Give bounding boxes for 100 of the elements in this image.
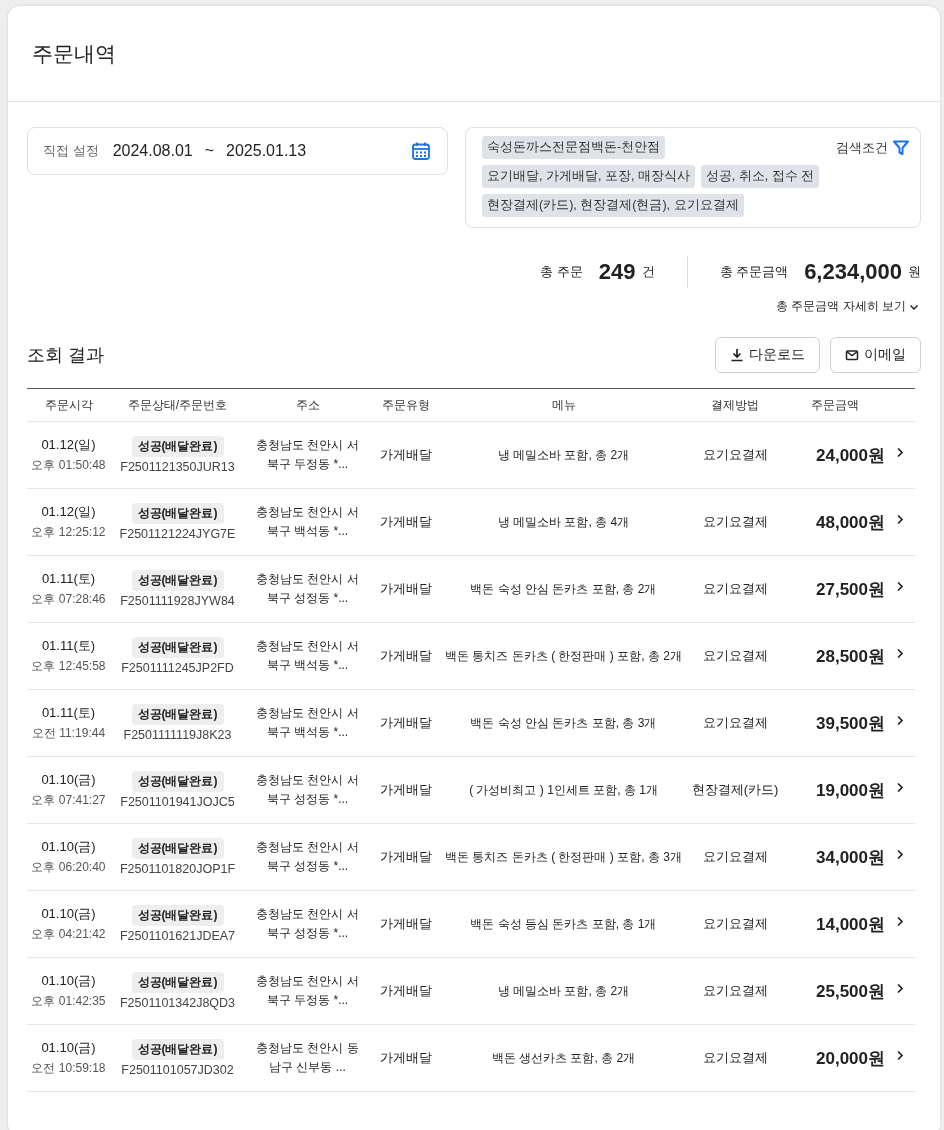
menu-text: 백돈 생선카츠 포함, 총 2개 bbox=[491, 1049, 636, 1067]
order-number: F2501121350JUR13 bbox=[120, 460, 235, 474]
status-badge: 성공(배달완료) bbox=[131, 436, 224, 457]
download-button[interactable]: 다운로드 bbox=[715, 337, 820, 373]
order-time: 오후 12:45:58 bbox=[31, 658, 106, 675]
order-row[interactable]: 01.10(금) 오후 06:20:40 성공(배달완료) F2501101820JOP1F 충청남도 천안시 서 북구 성정동 *... 가게배달 백돈 통치즈 돈카츠 ( 한정판매 ) 포함, 총 3개 요기요결제 34,000원 bbox=[27, 824, 915, 891]
menu-text: 냉 메밀소바 포함, 총 2개 bbox=[497, 982, 630, 1000]
menu-text: 백돈 통치즈 돈카츠 ( 한정판매 ) 포함, 총 3개 bbox=[445, 848, 682, 866]
payment-method: 요기요결제 bbox=[702, 915, 768, 933]
status-badge: 성공(배달완료) bbox=[131, 570, 224, 591]
payment-method: 요기요결제 bbox=[702, 848, 768, 866]
order-date: 01.11(토) bbox=[41, 637, 96, 655]
column-header: 주문상태/주문번호 bbox=[126, 396, 229, 414]
status-badge: 성공(배달완료) bbox=[131, 704, 224, 725]
chevron-right-icon bbox=[896, 915, 904, 927]
order-type: 가게배달 bbox=[380, 848, 432, 866]
order-amount: 48,000원 bbox=[816, 511, 885, 534]
details-link[interactable]: 총 주문금액 자세히 보기 bbox=[776, 298, 919, 315]
menu-text: 백돈 통치즈 돈카츠 ( 한정판매 ) 포함, 총 2개 bbox=[445, 647, 682, 665]
order-row[interactable]: 01.10(금) 오후 01:42:35 성공(배달완료) F2501101342J8QD3 충청남도 천안시 서 북구 두정동 *... 가게배달 냉 메밀소바 포함, 총 2개 요기요결제 25,500원 bbox=[27, 958, 915, 1025]
status-badge: 성공(배달완료) bbox=[131, 838, 224, 859]
order-type: 가게배달 bbox=[380, 915, 432, 933]
order-time: 오후 07:41:27 bbox=[31, 792, 106, 809]
payment-method: 요기요결제 bbox=[702, 647, 768, 665]
summary-label: 총 주문 bbox=[540, 263, 583, 281]
chevron-right-icon bbox=[896, 580, 904, 592]
payment-method: 요기요결제 bbox=[702, 580, 768, 598]
order-number: F2501101057JD302 bbox=[121, 1063, 234, 1077]
menu-text: 백돈 숙성 안심 돈카츠 포함, 총 2개 bbox=[470, 580, 657, 598]
status-badge: 성공(배달완료) bbox=[131, 1039, 224, 1060]
status-badge: 성공(배달완료) bbox=[131, 972, 224, 993]
order-amount: 24,000원 bbox=[816, 444, 885, 467]
order-date: 01.12(일) bbox=[41, 436, 96, 454]
order-type: 가게배달 bbox=[380, 446, 432, 464]
download-icon bbox=[730, 348, 744, 362]
order-type: 가게배달 bbox=[380, 714, 432, 732]
order-row[interactable]: 01.11(토) 오후 12:45:58 성공(배달완료) F2501111245JP2FD 충청남도 천안시 서 북구 백석동 *... 가게배달 백돈 통치즈 돈카츠 ( 한정판매 ) 포함, 총 2개 요기요결제 28,500원 bbox=[27, 623, 915, 690]
payment-method: 요기요결제 bbox=[702, 1049, 768, 1067]
order-date: 01.10(금) bbox=[41, 771, 96, 789]
order-type: 가게배달 bbox=[380, 513, 432, 531]
order-time: 오후 06:20:40 bbox=[31, 859, 106, 876]
order-row[interactable]: 01.11(토) 오전 11:19:44 성공(배달완료) F2501111119J8K23 충청남도 천안시 서 북구 백석동 *... 가게배달 백돈 숙성 안심 돈카츠 포함, 총 3개 요기요결제 39,500원 bbox=[27, 690, 915, 757]
order-row[interactable]: 01.11(토) 오후 07:28:46 성공(배달완료) F2501111928JYW84 충청남도 천안시 서 북구 성정동 *... 가게배달 백돈 숙성 안심 돈카츠 포함, 총 2개 요기요결제 27,500원 bbox=[27, 556, 915, 623]
summary-value: 249 bbox=[598, 259, 636, 285]
payment-method: 현장결제(카드) bbox=[691, 781, 779, 799]
start-date: 2024.08.01 bbox=[112, 142, 193, 160]
column-header: 메뉴 bbox=[550, 396, 577, 414]
column-header: 결제방법 bbox=[710, 396, 760, 414]
filter-tag: 성공, 취소, 접수 전 bbox=[700, 165, 820, 188]
menu-text: 백돈 숙성 안심 돈카츠 포함, 총 3개 bbox=[470, 714, 657, 732]
column-header: 주문유형 bbox=[381, 396, 431, 414]
order-row[interactable]: 01.12(일) 오후 12:25:12 성공(배달완료) F2501121224JYG7E 충청남도 천안시 서 북구 백석동 *... 가게배달 냉 메밀소바 포함, 총 4개 요기요결제 48,000원 bbox=[27, 489, 915, 556]
status-badge: 성공(배달완료) bbox=[131, 905, 224, 926]
order-row[interactable]: 01.10(금) 오후 04:21:42 성공(배달완료) F2501101621JDEA7 충청남도 천안시 서 북구 성정동 *... 가게배달 백돈 숙성 등심 돈카츠 포함, 총 1개 요기요결제 14,000원 bbox=[27, 891, 915, 958]
filter-tag: 숙성돈까스전문점백돈-천안점 bbox=[482, 136, 666, 159]
order-amount: 39,500원 bbox=[816, 712, 885, 735]
order-amount: 27,500원 bbox=[816, 578, 885, 601]
order-date: 01.10(금) bbox=[41, 905, 96, 923]
payment-method: 요기요결제 bbox=[702, 446, 768, 464]
chevron-right-icon bbox=[896, 714, 904, 726]
menu-text: 냉 메밀소바 포함, 총 2개 bbox=[497, 446, 630, 464]
order-time: 오후 04:21:42 bbox=[31, 926, 106, 943]
status-badge: 성공(배달완료) bbox=[131, 637, 224, 658]
order-row[interactable]: 01.12(일) 오후 01:50:48 성공(배달완료) F2501121350JUR13 충청남도 천안시 서 북구 두정동 *... 가게배달 냉 메밀소바 포함, 총 2개 요기요결제 24,000원 bbox=[27, 422, 915, 489]
address-text: 충청남도 천안시 서 북구 성정동 *... bbox=[256, 838, 359, 875]
address-text: 충청남도 천안시 서 북구 성정동 *... bbox=[256, 905, 359, 942]
payment-method: 요기요결제 bbox=[702, 982, 768, 1000]
order-row[interactable]: 01.10(금) 오후 07:41:27 성공(배달완료) F2501101941JOJC5 충청남도 천안시 서 북구 성정동 *... 가게배달 ( 가성비최고 ) 1인세트 포함, 총 1개 현장결제(카드) 19,000원 bbox=[27, 757, 915, 824]
order-time: 오후 01:50:48 bbox=[31, 457, 106, 474]
address-text: 충청남도 천안시 서 북구 백석동 *... bbox=[256, 704, 359, 741]
filter-tag: 현장결제(카드), 현장결제(현금), 요기요결제 bbox=[482, 194, 744, 217]
search-conditions-button[interactable]: 검색조건 bbox=[836, 136, 910, 160]
order-row[interactable]: 01.10(금) 오전 10:59:18 성공(배달완료) F2501101057JD302 충청남도 천안시 동 남구 신부동 ... 가게배달 백돈 생선카츠 포함, 총 2개 요기요결제 20,000원 bbox=[27, 1025, 915, 1092]
summary-unit: 건 bbox=[641, 263, 655, 281]
menu-text: 백돈 숙성 등심 돈카츠 포함, 총 1개 bbox=[470, 915, 657, 933]
order-amount: 28,500원 bbox=[816, 645, 885, 668]
order-time: 오후 07:28:46 bbox=[31, 591, 106, 608]
range-separator: ~ bbox=[204, 142, 215, 160]
chevron-right-icon bbox=[896, 848, 904, 860]
order-number: F2501101941JOJC5 bbox=[120, 795, 235, 809]
menu-text: 냉 메밀소바 포함, 총 4개 bbox=[497, 513, 630, 531]
column-header: 주문시각 bbox=[43, 396, 94, 414]
order-amount: 20,000원 bbox=[816, 1047, 885, 1070]
order-number: F2501111245JP2FD bbox=[121, 661, 234, 675]
order-type: 가게배달 bbox=[380, 647, 432, 665]
date-range-field[interactable]: 직접 설정 2024.08.01 ~ 2025.01.13 bbox=[27, 127, 448, 175]
calendar-icon[interactable] bbox=[411, 141, 431, 161]
order-amount: 34,000원 bbox=[816, 846, 885, 869]
summary-unit: 원 bbox=[908, 263, 921, 281]
email-button[interactable]: 이메일 bbox=[830, 337, 921, 373]
order-type: 가게배달 bbox=[380, 580, 432, 598]
chevron-right-icon bbox=[896, 513, 904, 525]
address-text: 충청남도 천안시 서 북구 성정동 *... bbox=[256, 570, 359, 607]
order-amount: 14,000원 bbox=[816, 913, 885, 936]
menu-text: ( 가성비최고 ) 1인세트 포함, 총 1개 bbox=[469, 781, 658, 799]
payment-method: 요기요결제 bbox=[702, 513, 768, 531]
order-type: 가게배달 bbox=[380, 1049, 432, 1067]
order-number: F2501101820JOP1F bbox=[119, 862, 236, 876]
address-text: 충청남도 천안시 동 남구 신부동 ... bbox=[256, 1039, 359, 1076]
order-number: F2501111928JYW84 bbox=[120, 594, 235, 608]
